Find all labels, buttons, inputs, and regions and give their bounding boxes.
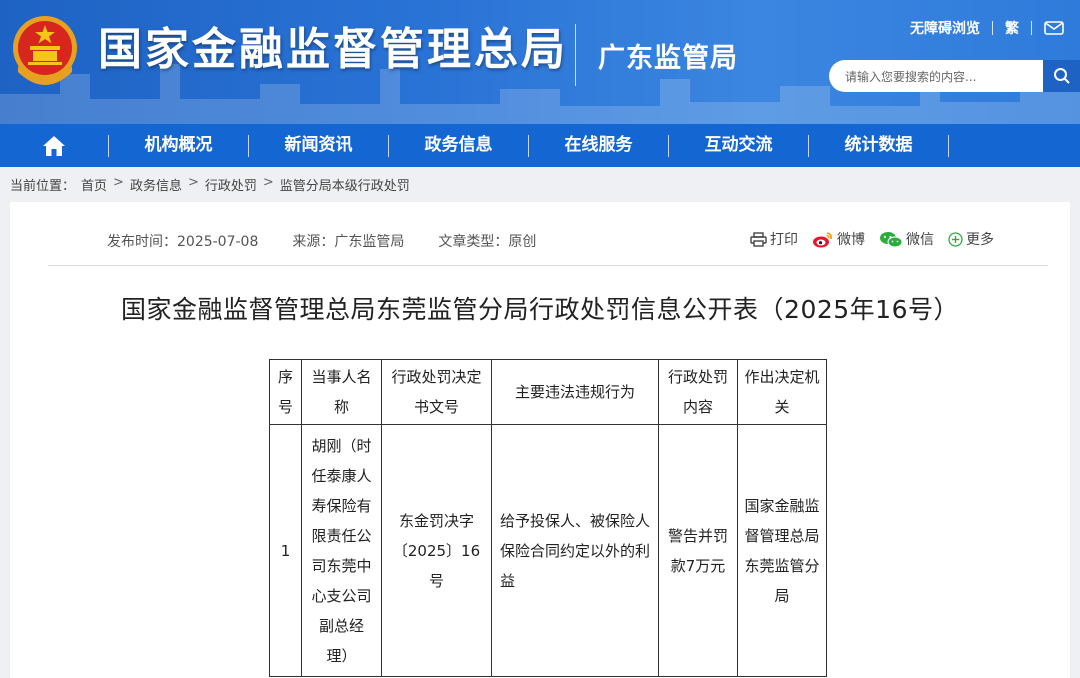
nav-item-interaction[interactable]: 互动交流 <box>669 124 808 167</box>
breadcrumb: 当前位置： 首页 > 政务信息 > 行政处罚 > 监管分局本级行政处罚 <box>10 175 410 194</box>
breadcrumb-separator: > <box>187 175 199 190</box>
cell-penalty: 警告并罚款7万元 <box>658 424 738 677</box>
weibo-share-button[interactable]: 微博 <box>812 229 865 249</box>
nav-item-government-info[interactable]: 政务信息 <box>389 124 528 167</box>
traditional-chinese-link[interactable]: 繁 <box>1005 18 1019 38</box>
more-share-button[interactable]: 更多 <box>948 229 994 249</box>
more-label: 更多 <box>966 232 994 248</box>
weibo-icon <box>813 231 832 247</box>
column-header-violation: 主要违法违规行为 <box>491 359 659 425</box>
column-header-penalty: 行政处罚内容 <box>658 359 738 425</box>
nav-item-news[interactable]: 新闻资讯 <box>249 124 388 167</box>
mail-icon[interactable] <box>1044 21 1064 35</box>
accessible-link[interactable]: 无障碍浏览 <box>910 18 980 38</box>
penalty-table: 序号 当事人名称 行政处罚决定书文号 主要违法违规行为 行政处罚内容 作出决定机… <box>269 359 827 677</box>
sub-org-name[interactable]: 广东监管局 <box>598 36 738 75</box>
article-type: 文章类型：原创 <box>438 234 537 250</box>
top-links: 无障碍浏览 繁 <box>910 18 1064 38</box>
breadcrumb-government-info[interactable]: 政务信息 <box>130 175 182 194</box>
main-nav: 机构概况 新闻资讯 政务信息 在线服务 互动交流 统计数据 <box>0 124 1080 167</box>
breadcrumb-separator: > <box>113 175 124 190</box>
breadcrumb-branch-penalties[interactable]: 监管分局本级行政处罚 <box>280 175 410 194</box>
org-name[interactable]: 国家金融监督管理总局 <box>98 22 568 78</box>
weibo-label: 微博 <box>837 232 865 248</box>
column-header-doc-no: 行政处罚决定书文号 <box>381 359 492 425</box>
table-row: 1 胡刚（时任泰康人寿保险有限责任公司东莞中心支公司副总经理） 东金罚决字〔20… <box>269 424 827 677</box>
breadcrumb-home[interactable]: 首页 <box>81 175 107 194</box>
cell-violation: 给予投保人、被保险人保险合同约定以外的利益 <box>491 424 659 677</box>
breadcrumb-penalties[interactable]: 行政处罚 <box>205 175 257 194</box>
top-link-divider <box>992 21 993 35</box>
column-header-no: 序号 <box>269 359 302 425</box>
search-button[interactable] <box>1043 60 1080 92</box>
top-link-divider <box>1031 21 1032 35</box>
breadcrumb-prefix: 当前位置： <box>10 179 76 194</box>
print-label: 打印 <box>770 232 798 248</box>
column-header-party: 当事人名称 <box>301 359 382 425</box>
wechat-label: 微信 <box>906 232 934 248</box>
nav-item-statistics[interactable]: 统计数据 <box>809 124 948 167</box>
cell-authority: 国家金融监督管理总局东莞监管分局 <box>737 424 827 677</box>
plus-circle-icon <box>948 231 963 247</box>
column-header-authority: 作出决定机关 <box>737 359 827 425</box>
meta-divider <box>48 265 1048 266</box>
article-container: 发布时间：2025-07-08 来源：广东监管局 文章类型：原创 打印 微博 微… <box>10 202 1070 678</box>
header-divider <box>575 24 576 86</box>
wechat-icon <box>880 231 903 247</box>
print-button[interactable]: 打印 <box>750 229 798 249</box>
search-input[interactable]: 请输入您要搜索的内容... <box>829 60 1043 92</box>
share-bar: 打印 微博 微信 更多 <box>750 229 994 249</box>
breadcrumb-separator: > <box>262 175 274 190</box>
nav-home[interactable] <box>0 124 108 167</box>
publish-time: 发布时间：2025-07-08 <box>107 234 259 250</box>
cell-doc-no: 东金罚决字〔2025〕16号 <box>381 424 492 677</box>
site-header: 国家金融监督管理总局 广东监管局 无障碍浏览 繁 请输入您要搜索的内容... <box>0 0 1080 124</box>
wechat-share-button[interactable]: 微信 <box>879 229 934 249</box>
nav-item-about[interactable]: 机构概况 <box>109 124 248 167</box>
table-header-row: 序号 当事人名称 行政处罚决定书文号 主要违法违规行为 行政处罚内容 作出决定机… <box>269 359 827 425</box>
search-icon <box>1053 68 1070 84</box>
nav-item-online-services[interactable]: 在线服务 <box>529 124 668 167</box>
home-icon <box>43 135 65 156</box>
national-emblem-icon <box>13 16 77 85</box>
article-meta: 发布时间：2025-07-08 来源：广东监管局 文章类型：原创 <box>107 231 536 251</box>
printer-icon <box>750 231 767 247</box>
page-title: 国家金融监督管理总局东莞监管分局行政处罚信息公开表（2025年16号） <box>121 295 959 324</box>
cell-party: 胡刚（时任泰康人寿保险有限责任公司东莞中心支公司副总经理） <box>301 424 382 677</box>
cell-no: 1 <box>269 424 302 677</box>
nav-divider <box>948 134 949 157</box>
article-source: 来源：广东监管局 <box>292 234 405 250</box>
